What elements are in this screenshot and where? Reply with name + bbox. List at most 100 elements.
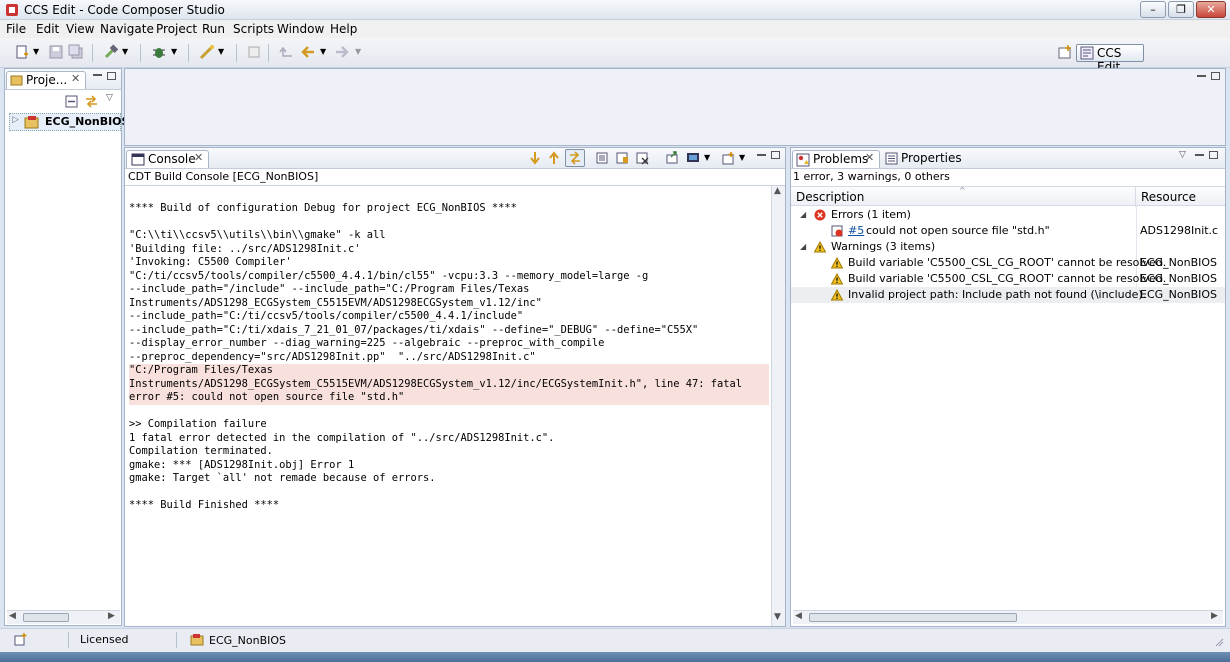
close-tab-icon[interactable]: ✕ (865, 151, 874, 164)
problem-row[interactable]: Build variable 'C5500_CSL_CG_ROOT' canno… (791, 255, 1225, 271)
close-button[interactable]: ✕ (1196, 1, 1226, 18)
menu-edit[interactable]: Edit (36, 22, 59, 36)
minimize-button[interactable]: – (1140, 1, 1166, 18)
last-edit-icon[interactable] (279, 44, 295, 60)
expand-arrow-icon[interactable]: ▷ (12, 115, 19, 125)
restore-button[interactable]: ❐ (1168, 1, 1194, 18)
tab-project-explorer[interactable]: Proje... ✕ (6, 71, 86, 89)
warnings-group-row[interactable]: ◢ Warnings (3 items) (791, 239, 1225, 255)
forward-arrow-icon[interactable] (334, 44, 350, 60)
build-hammer-icon[interactable] (103, 44, 119, 60)
problem-row-selected[interactable]: Invalid project path: Include path not f… (791, 287, 1225, 303)
minimize-view-icon[interactable] (757, 154, 766, 156)
scroll-lock-icon[interactable] (595, 151, 609, 165)
horizontal-scrollbar[interactable]: ◀ ▶ (7, 610, 120, 624)
console-output[interactable]: **** Build of configuration Debug for pr… (125, 186, 771, 626)
view-menu-icon[interactable]: ▽ (1179, 150, 1186, 160)
scroll-down-icon[interactable]: ▼ (774, 612, 781, 622)
ccs-edit-perspective-button[interactable]: CCS Edit (1076, 44, 1144, 74)
previous-error-icon[interactable] (547, 151, 561, 165)
problem-resource: ECG_NonBIOS (1140, 256, 1218, 269)
open-perspective-icon[interactable] (1057, 44, 1073, 60)
menu-project[interactable]: Project (156, 22, 197, 36)
pin-console-icon[interactable] (615, 151, 629, 165)
problems-horizontal-scrollbar[interactable]: ◀ ▶ (793, 610, 1223, 624)
maximize-editor-icon[interactable] (1211, 72, 1220, 80)
error-number-link[interactable]: #5 (848, 223, 864, 239)
debug-dropdown-arrow-icon[interactable]: ▼ (171, 47, 177, 56)
maximize-view-icon[interactable] (107, 72, 116, 80)
minimize-view-icon[interactable] (1195, 154, 1204, 156)
maximize-view-icon[interactable] (771, 151, 780, 159)
display-selected-console-icon[interactable] (665, 151, 679, 165)
console-line: --include_path="C:/ti/xdais_7_21_01_07/p… (129, 323, 699, 336)
menu-run[interactable]: Run (202, 22, 225, 36)
menu-file[interactable]: File (6, 22, 26, 36)
link-console-button[interactable] (565, 149, 585, 167)
link-with-editor-icon[interactable] (84, 94, 99, 109)
close-tab-icon[interactable]: ✕ (194, 151, 203, 164)
save-all-icon[interactable] (68, 44, 84, 60)
scrollbar-thumb[interactable] (23, 613, 69, 622)
menu-navigate[interactable]: Navigate (100, 22, 154, 36)
forward-dropdown-arrow-icon[interactable]: ▼ (355, 47, 361, 56)
open-console-icon[interactable] (686, 151, 701, 165)
problems-pane: Problems ✕ Properties ▽ 1 error, 3 warni… (790, 147, 1226, 627)
problem-row[interactable]: Build variable 'C5500_CSL_CG_ROOT' canno… (791, 271, 1225, 287)
open-console-dropdown-arrow-icon[interactable]: ▼ (704, 153, 710, 162)
problem-row[interactable]: #5 could not open source file "std.h" AD… (791, 223, 1225, 239)
collapse-arrow-icon[interactable]: ◢ (800, 239, 806, 255)
scroll-right-icon[interactable]: ▶ (1211, 611, 1218, 621)
clear-console-icon[interactable] (635, 151, 649, 165)
problems-table-header: Description ^ Resource (791, 186, 1225, 207)
collapse-arrow-icon[interactable]: ◢ (800, 207, 806, 223)
console-line: **** Build of configuration Debug for pr… (129, 202, 517, 214)
scroll-right-icon[interactable]: ▶ (108, 611, 115, 621)
resource-column-header[interactable]: Resource (1136, 187, 1225, 207)
errors-group-row[interactable]: ◢ Errors (1 item) (791, 207, 1225, 223)
toggle-view-icon[interactable] (246, 44, 262, 60)
save-icon[interactable] (48, 44, 64, 60)
back-arrow-icon[interactable] (300, 44, 316, 60)
license-status: Licensed (80, 633, 129, 646)
tab-properties[interactable]: Properties (883, 150, 962, 168)
console-icon (131, 153, 145, 166)
build-dropdown-arrow-icon[interactable]: ▼ (122, 47, 128, 56)
project-tree-item[interactable]: ▷ ECG_NonBIOS (9, 113, 129, 131)
resize-grip-icon[interactable] (1214, 635, 1224, 647)
next-error-icon[interactable] (528, 151, 542, 165)
tab-problems[interactable]: Problems ✕ (792, 150, 880, 168)
tools-dropdown-arrow-icon[interactable]: ▼ (218, 47, 224, 56)
menu-help[interactable]: Help (330, 22, 357, 36)
scroll-up-icon[interactable]: ▲ (774, 186, 781, 196)
warning-icon (831, 289, 843, 301)
new-file-icon[interactable] (14, 44, 30, 60)
new-console-dropdown-arrow-icon[interactable]: ▼ (739, 153, 745, 162)
collapse-all-icon[interactable] (65, 95, 78, 108)
back-dropdown-arrow-icon[interactable]: ▼ (320, 47, 326, 56)
close-tab-icon[interactable]: ✕ (71, 72, 80, 85)
minimize-view-icon[interactable] (93, 74, 102, 76)
description-column-header[interactable]: Description ^ (791, 186, 1136, 207)
debug-bug-icon[interactable] (151, 44, 167, 60)
scroll-left-icon[interactable]: ◀ (795, 611, 802, 621)
tab-console[interactable]: Console ✕ (126, 150, 209, 168)
status-separator (176, 632, 177, 648)
scroll-left-icon[interactable]: ◀ (9, 611, 16, 621)
problems-tabbar: Problems ✕ Properties ▽ (791, 148, 1225, 169)
project-folder-icon (24, 116, 39, 129)
description-header-label: Description (796, 190, 865, 204)
minimize-editor-icon[interactable] (1197, 75, 1206, 77)
new-dropdown-arrow-icon[interactable]: ▼ (33, 47, 39, 56)
view-menu-icon[interactable]: ▽ (106, 93, 113, 103)
menu-view[interactable]: View (66, 22, 94, 36)
console-vertical-scrollbar[interactable]: ▲ ▼ (771, 186, 785, 626)
menu-window[interactable]: Window (277, 22, 324, 36)
menu-scripts[interactable]: Scripts (233, 22, 274, 36)
scrollbar-thumb[interactable] (809, 613, 1017, 622)
new-console-view-icon[interactable] (721, 151, 735, 165)
fast-view-icon[interactable] (14, 633, 28, 647)
maximize-view-icon[interactable] (1209, 151, 1218, 159)
tools-wand-icon[interactable] (199, 44, 215, 60)
problem-description: Invalid project path: Include path not f… (848, 288, 1147, 301)
